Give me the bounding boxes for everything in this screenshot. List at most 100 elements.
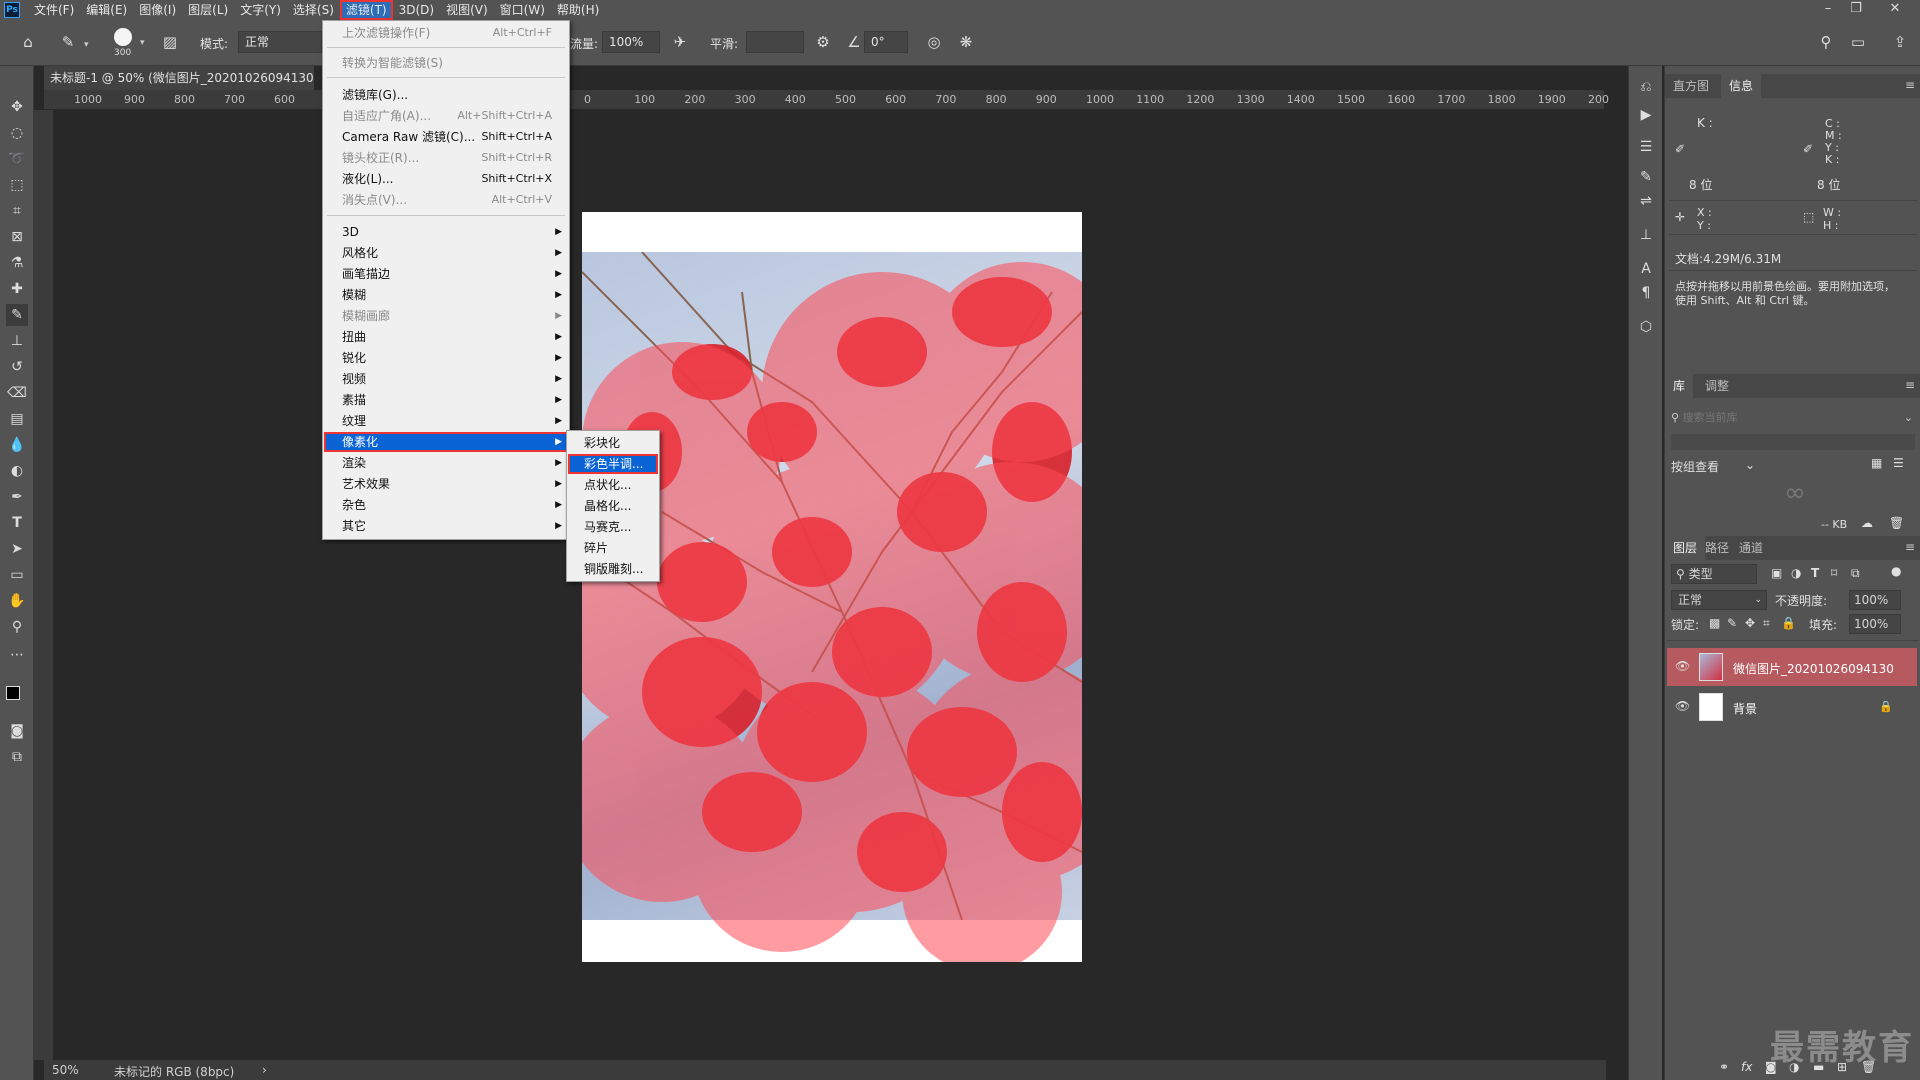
- eyedropper-icon[interactable]: ⚗: [6, 252, 28, 274]
- brush-tool-icon[interactable]: ✎: [58, 32, 78, 52]
- menu-type[interactable]: 文字(Y): [234, 0, 287, 20]
- panel-menu-icon[interactable]: ≡: [1905, 78, 1915, 92]
- mode-select[interactable]: 正常: [238, 31, 322, 53]
- tab-libraries[interactable]: 库: [1665, 374, 1694, 398]
- menu-item-stylize[interactable]: 风格化 ▶: [324, 243, 568, 263]
- actions-play-icon[interactable]: ▶: [1635, 104, 1657, 126]
- adjustment-filter-icon[interactable]: ◑: [1791, 566, 1801, 580]
- layer-row[interactable]: 👁 微信图片_20201026094130: [1667, 648, 1917, 686]
- angle-field[interactable]: 0°: [864, 31, 908, 53]
- menu-item-camera-raw[interactable]: Camera Raw 滤镜(C)... Shift+Ctrl+A: [324, 127, 568, 147]
- healing-brush-icon[interactable]: ✚: [6, 278, 28, 300]
- menu-file[interactable]: 文件(F): [28, 0, 80, 20]
- menu-item-blur[interactable]: 模糊 ▶: [324, 285, 568, 305]
- menu-item-blur-gallery[interactable]: 模糊画廊 ▶: [324, 306, 568, 326]
- submenu-item-facet[interactable]: 彩块化: [568, 433, 658, 453]
- restore-icon[interactable]: ❐: [1842, 0, 1870, 20]
- lock-position-icon[interactable]: ✥: [1745, 616, 1755, 630]
- menu-image[interactable]: 图像(I): [133, 0, 182, 20]
- opacity-field[interactable]: 100%: [1849, 590, 1901, 610]
- menu-view[interactable]: 视图(V): [440, 0, 494, 20]
- rectangle-tool-icon[interactable]: ▭: [6, 564, 28, 586]
- shape-filter-icon[interactable]: ⌑: [1831, 566, 1837, 580]
- close-icon[interactable]: ✕: [1870, 0, 1920, 20]
- menu-item-last-filter[interactable]: 上次滤镜操作(F) Alt+Ctrl+F: [324, 23, 568, 43]
- pixel-filter-icon[interactable]: ▣: [1771, 566, 1782, 580]
- type-filter-icon[interactable]: T: [1811, 566, 1819, 580]
- character-panel-icon[interactable]: A: [1635, 258, 1657, 280]
- more-tools-icon[interactable]: ⋯: [6, 644, 28, 666]
- smooth-field[interactable]: [746, 31, 804, 53]
- gear-icon[interactable]: ⚙: [813, 32, 833, 52]
- cloud-sync-icon[interactable]: ☁: [1861, 516, 1873, 530]
- blur-tool-icon[interactable]: 💧: [6, 434, 28, 456]
- dodge-tool-icon[interactable]: ◐: [6, 460, 28, 482]
- properties-icon[interactable]: ☰: [1635, 136, 1657, 158]
- airbrush-icon[interactable]: ✈: [670, 32, 690, 52]
- smart-object-filter-icon[interactable]: ⧉: [1851, 566, 1860, 581]
- lock-artboard-icon[interactable]: ⌗: [1763, 616, 1770, 631]
- history-panel-icon[interactable]: ⎌: [1635, 76, 1657, 98]
- menu-item-sketch[interactable]: 素描 ▶: [324, 390, 568, 410]
- lock-all-icon[interactable]: 🔒: [1781, 616, 1796, 630]
- move-tool-icon[interactable]: ✥: [6, 96, 28, 118]
- menu-item-adaptive-wide-angle[interactable]: 自适应广角(A)... Alt+Shift+Ctrl+A: [324, 106, 568, 126]
- lock-transparency-icon[interactable]: ▩: [1709, 616, 1720, 630]
- menu-item-vanishing-point[interactable]: 消失点(V)... Alt+Ctrl+V: [324, 190, 568, 210]
- menu-item-render[interactable]: 渲染 ▶: [324, 453, 568, 473]
- link-layers-icon[interactable]: ⚭: [1719, 1060, 1729, 1074]
- menu-item-noise[interactable]: 杂色 ▶: [324, 495, 568, 515]
- brushes-panel-icon[interactable]: ⇌: [1635, 190, 1657, 212]
- trash-icon[interactable]: 🗑: [1889, 516, 1904, 530]
- document-canvas[interactable]: [582, 212, 1082, 962]
- foreground-color-swatch[interactable]: [6, 686, 20, 700]
- object-select-icon[interactable]: ⬚: [6, 174, 28, 196]
- paragraph-panel-icon[interactable]: ¶: [1635, 282, 1657, 304]
- pressure-icon[interactable]: ◎: [924, 32, 944, 52]
- status-chevron-icon[interactable]: ›: [262, 1063, 267, 1077]
- tab-channels[interactable]: 通道: [1731, 536, 1771, 560]
- brush-settings-panel-icon[interactable]: ✎: [1635, 166, 1657, 188]
- 3d-panel-icon[interactable]: ⬡: [1635, 316, 1657, 338]
- menu-item-artistic[interactable]: 艺术效果 ▶: [324, 474, 568, 494]
- pen-tool-icon[interactable]: ✒: [6, 486, 28, 508]
- panel-menu-icon[interactable]: ≡: [1905, 378, 1915, 392]
- menu-item-texture[interactable]: 纹理 ▶: [324, 411, 568, 431]
- brush-tool-icon[interactable]: ✎: [6, 304, 28, 326]
- lock-pixels-icon[interactable]: ✎: [1727, 616, 1737, 630]
- screen-mode-icon[interactable]: ⧉: [6, 746, 28, 768]
- menu-item-video[interactable]: 视频 ▶: [324, 369, 568, 389]
- minimize-icon[interactable]: –: [1814, 0, 1842, 20]
- layer-row[interactable]: 👁 背景 🔒: [1667, 688, 1917, 726]
- frame-tool-icon[interactable]: ⊠: [6, 226, 28, 248]
- flow-field[interactable]: 100%: [602, 31, 660, 53]
- menu-filter[interactable]: 滤镜(T): [339, 0, 393, 20]
- library-search[interactable]: ⚲ 搜索当前库 ⌄: [1671, 408, 1915, 428]
- menu-3d[interactable]: 3D(D): [393, 0, 440, 20]
- blend-mode-select[interactable]: 正常 ⌄: [1671, 590, 1767, 610]
- zoom-level[interactable]: 50%: [52, 1063, 79, 1077]
- tab-adjustments[interactable]: 调整: [1697, 374, 1737, 398]
- list-view-icon[interactable]: ☰: [1893, 456, 1904, 470]
- group-view-label[interactable]: 按组查看: [1671, 458, 1719, 475]
- submenu-item-mezzotint[interactable]: 铜版雕刻...: [568, 559, 658, 579]
- menu-item-lens-correction[interactable]: 镜头校正(R)... Shift+Ctrl+R: [324, 148, 568, 168]
- grid-view-icon[interactable]: ▦: [1871, 456, 1882, 470]
- document-tab[interactable]: 未标题-1 @ 50% (微信图片_20201026094130, ...: [44, 66, 314, 90]
- brush-settings-icon[interactable]: ▨: [160, 32, 180, 52]
- filter-toggle-icon[interactable]: ●: [1891, 564, 1901, 578]
- layer-filter-select[interactable]: ⚲ 类型: [1671, 564, 1757, 584]
- chevron-down-icon[interactable]: ⌄: [1745, 458, 1755, 472]
- clone-source-icon[interactable]: ⊥: [1635, 224, 1657, 246]
- brush-preview-icon[interactable]: [114, 28, 132, 46]
- menu-select[interactable]: 选择(S): [287, 0, 340, 20]
- hand-tool-icon[interactable]: ✋: [6, 590, 28, 612]
- gradient-icon[interactable]: ▤: [6, 408, 28, 430]
- symmetry-icon[interactable]: ❋: [956, 32, 976, 52]
- chevron-down-icon[interactable]: ⌄: [1904, 408, 1913, 428]
- tab-histogram[interactable]: 直方图: [1665, 74, 1717, 98]
- submenu-item-fragment[interactable]: 碎片: [568, 538, 658, 558]
- menu-item-convert-smart-filter[interactable]: 转换为智能滤镜(S): [324, 53, 568, 73]
- menu-help[interactable]: 帮助(H): [551, 0, 605, 20]
- library-select[interactable]: [1671, 434, 1915, 450]
